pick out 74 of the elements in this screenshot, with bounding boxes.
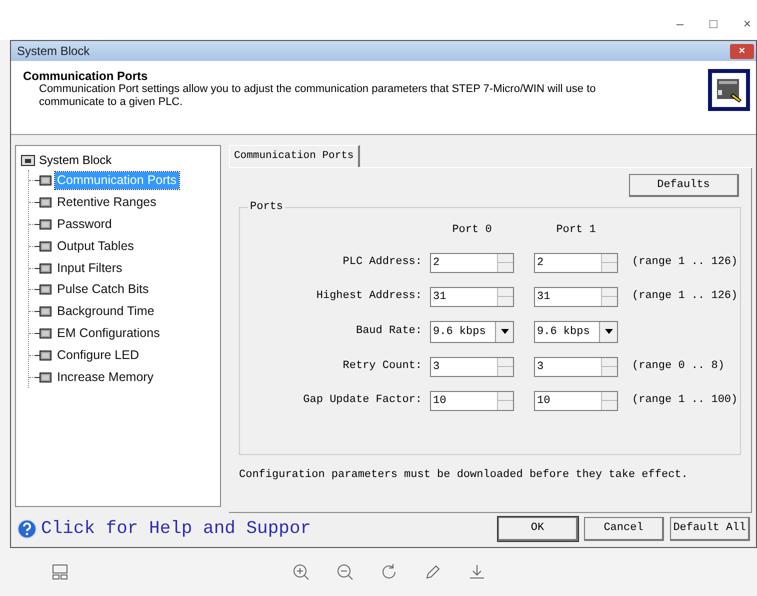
range-hint: (range 1 .. 126)	[632, 255, 739, 270]
spin-arrows-icon[interactable]	[601, 358, 617, 376]
header-description: Communication Port settings allow you to adjust the communication parameters that STEP 7-Micro/WIN will use to communicate to a given PLC.	[39, 83, 597, 109]
maximize-button[interactable]: □	[710, 14, 718, 34]
pencil-icon[interactable]	[424, 563, 442, 581]
baud-rate-dropdown[interactable]: 9.6 kbps	[430, 320, 514, 342]
window-title: System Block	[17, 43, 90, 60]
module-icon	[35, 350, 53, 361]
dropdown-caret-icon	[604, 329, 612, 334]
ok-button[interactable]: OK	[498, 517, 578, 541]
header-title: Communication Ports	[23, 69, 149, 83]
tree-item[interactable]: Increase Memory	[55, 368, 156, 386]
spin-arrows-icon[interactable]	[601, 254, 617, 272]
spin-arrows-icon[interactable]	[601, 392, 617, 410]
field-label: Gap Update Factor:	[303, 393, 422, 408]
settings-icon	[708, 69, 750, 111]
minimize-button[interactable]: –	[676, 14, 684, 34]
module-icon	[35, 197, 53, 208]
module-icon	[35, 175, 53, 186]
defaults-button[interactable]: Defaults	[629, 174, 739, 197]
spin-arrows-icon[interactable]	[601, 288, 617, 306]
number-spin-field[interactable]: 10	[534, 390, 618, 410]
tree-item[interactable]: Input Filters	[55, 260, 124, 277]
range-hint: (range 1 .. 126)	[632, 289, 739, 304]
tree-item[interactable]: Retentive Ranges	[55, 194, 158, 212]
tree-root[interactable]: System Block	[39, 151, 112, 169]
number-spin-field[interactable]: 31	[534, 286, 618, 306]
tree-item[interactable]: Output Tables	[55, 238, 136, 255]
column-header: Port 0	[452, 223, 492, 238]
number-spin-field[interactable]: 10	[430, 390, 514, 410]
module-icon	[35, 218, 53, 230]
zoom-out-icon[interactable]	[336, 563, 354, 581]
module-icon	[35, 240, 53, 252]
tree-item[interactable]: Password	[55, 216, 114, 233]
column-header: Port 1	[556, 223, 596, 238]
spin-arrows-icon[interactable]	[497, 254, 513, 272]
dropdown-caret-icon	[500, 329, 508, 334]
spin-arrows-icon[interactable]	[497, 392, 513, 410]
spin-arrows-icon[interactable]	[497, 288, 513, 306]
tree-item[interactable]: Background Time	[55, 303, 156, 320]
number-spin-field[interactable]: 31	[430, 286, 514, 306]
number-spin-field[interactable]: 3	[430, 356, 514, 376]
default-all-button[interactable]: Default All	[670, 517, 750, 541]
help-link[interactable]: Click for Help and Suppor	[41, 516, 312, 542]
download-icon[interactable]	[468, 563, 486, 581]
module-icon	[35, 284, 53, 296]
module-icon	[35, 262, 53, 274]
cancel-button[interactable]: Cancel	[584, 517, 664, 541]
layout-icon[interactable]	[52, 564, 68, 580]
tree-item[interactable]: Pulse Catch Bits	[55, 281, 151, 298]
zoom-in-icon[interactable]	[292, 563, 310, 581]
number-spin-field[interactable]: 3	[534, 356, 618, 376]
tab[interactable]: Communication Ports	[229, 145, 360, 167]
number-spin-field[interactable]: 2	[534, 252, 618, 272]
field-label: Retry Count:	[342, 359, 422, 374]
rotate-icon[interactable]	[380, 563, 398, 581]
module-icon	[35, 372, 53, 383]
spin-arrows-icon[interactable]	[497, 358, 513, 376]
tree-item[interactable]: Configure LED	[55, 346, 141, 364]
note-text: Configuration parameters must be downloaded before they take effect.	[239, 468, 689, 483]
module-icon	[35, 328, 53, 339]
close-button[interactable]: ×	[730, 44, 754, 58]
folder-icon	[21, 154, 35, 166]
field-label: Highest Address:	[316, 289, 422, 304]
baud-rate-dropdown[interactable]: 9.6 kbps	[534, 320, 618, 342]
tree-item[interactable]: EM Configurations	[55, 324, 162, 342]
number-spin-field[interactable]: 2	[430, 252, 514, 272]
range-hint: (range 1 .. 100)	[632, 393, 739, 408]
field-label: Baud Rate:	[356, 324, 422, 340]
range-hint: (range 0 .. 8)	[632, 359, 726, 374]
module-icon	[35, 306, 53, 318]
field-label: PLC Address:	[342, 255, 422, 270]
close-button[interactable]: ×	[743, 14, 751, 34]
help-icon[interactable]	[17, 519, 37, 539]
